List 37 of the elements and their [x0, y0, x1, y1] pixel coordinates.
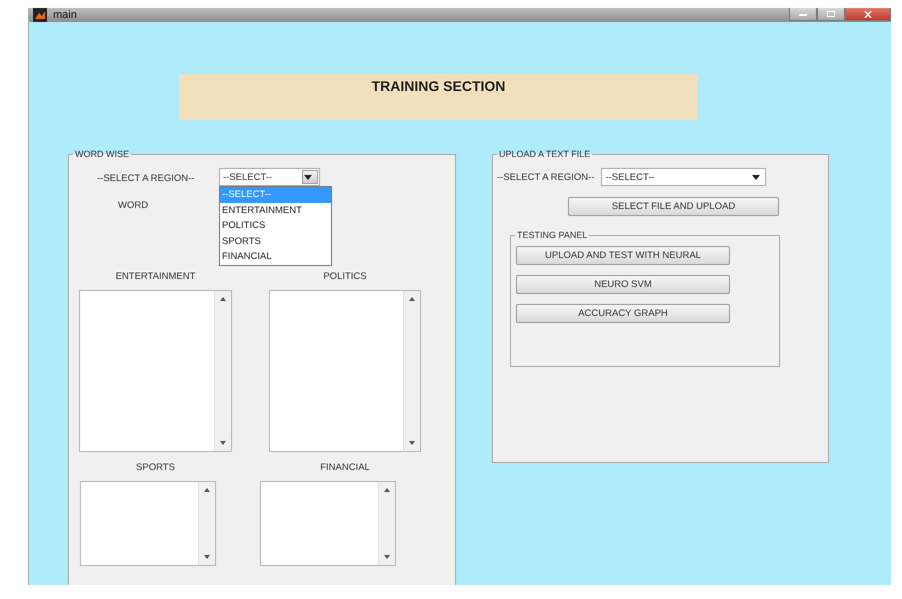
scroll-down-icon[interactable] — [409, 441, 415, 445]
scroll-up-icon[interactable] — [204, 488, 210, 492]
region-label: --SELECT A REGION-- — [97, 173, 194, 184]
scroll-up-icon[interactable] — [384, 488, 390, 492]
scroll-down-icon[interactable] — [204, 555, 210, 559]
close-button[interactable] — [845, 8, 891, 21]
list-label: SPORTS — [136, 462, 175, 473]
panel-title: TESTING PANEL — [516, 230, 588, 240]
action-button[interactable]: NEURO SVM — [516, 275, 730, 294]
banner-title: TRAINING SECTION — [372, 78, 506, 95]
window-title: main — [53, 9, 77, 21]
scroll-up-icon[interactable] — [409, 297, 415, 301]
minimize-icon — [799, 12, 807, 16]
word-label: WORD — [118, 200, 148, 211]
region-dropdown[interactable]: --SELECT-- — [601, 168, 766, 186]
caret-icon — [304, 174, 312, 180]
scroll-up-icon[interactable] — [220, 297, 226, 301]
dropdown-value: --SELECT-- — [223, 172, 274, 182]
region-label: --SELECT A REGION-- — [497, 172, 594, 182]
panel-title: UPLOAD A TEXT FILE — [498, 149, 592, 159]
minimize-button[interactable] — [789, 8, 817, 21]
list-label: ENTERTAINMENT — [116, 271, 196, 282]
caret-icon — [752, 174, 760, 180]
action-button[interactable]: UPLOAD AND TEST WITH NEURAL — [516, 246, 730, 265]
scroll-down-icon[interactable] — [384, 555, 390, 559]
maximize-icon — [827, 11, 835, 17]
panel-title: WORD WISE — [74, 149, 130, 159]
action-button[interactable]: ACCURACY GRAPH — [516, 304, 730, 323]
list-label: POLITICS — [323, 271, 367, 282]
app-logo-icon — [33, 8, 47, 22]
maximize-button[interactable] — [817, 8, 845, 21]
upload-button[interactable]: SELECT FILE AND UPLOAD — [568, 197, 779, 216]
region-dropdown[interactable]: --SELECT-- — [219, 168, 320, 186]
scroll-down-icon[interactable] — [220, 441, 226, 445]
close-icon — [864, 10, 872, 18]
list-label: FINANCIAL — [320, 462, 370, 473]
dropdown-value: --SELECT-- — [605, 172, 656, 182]
